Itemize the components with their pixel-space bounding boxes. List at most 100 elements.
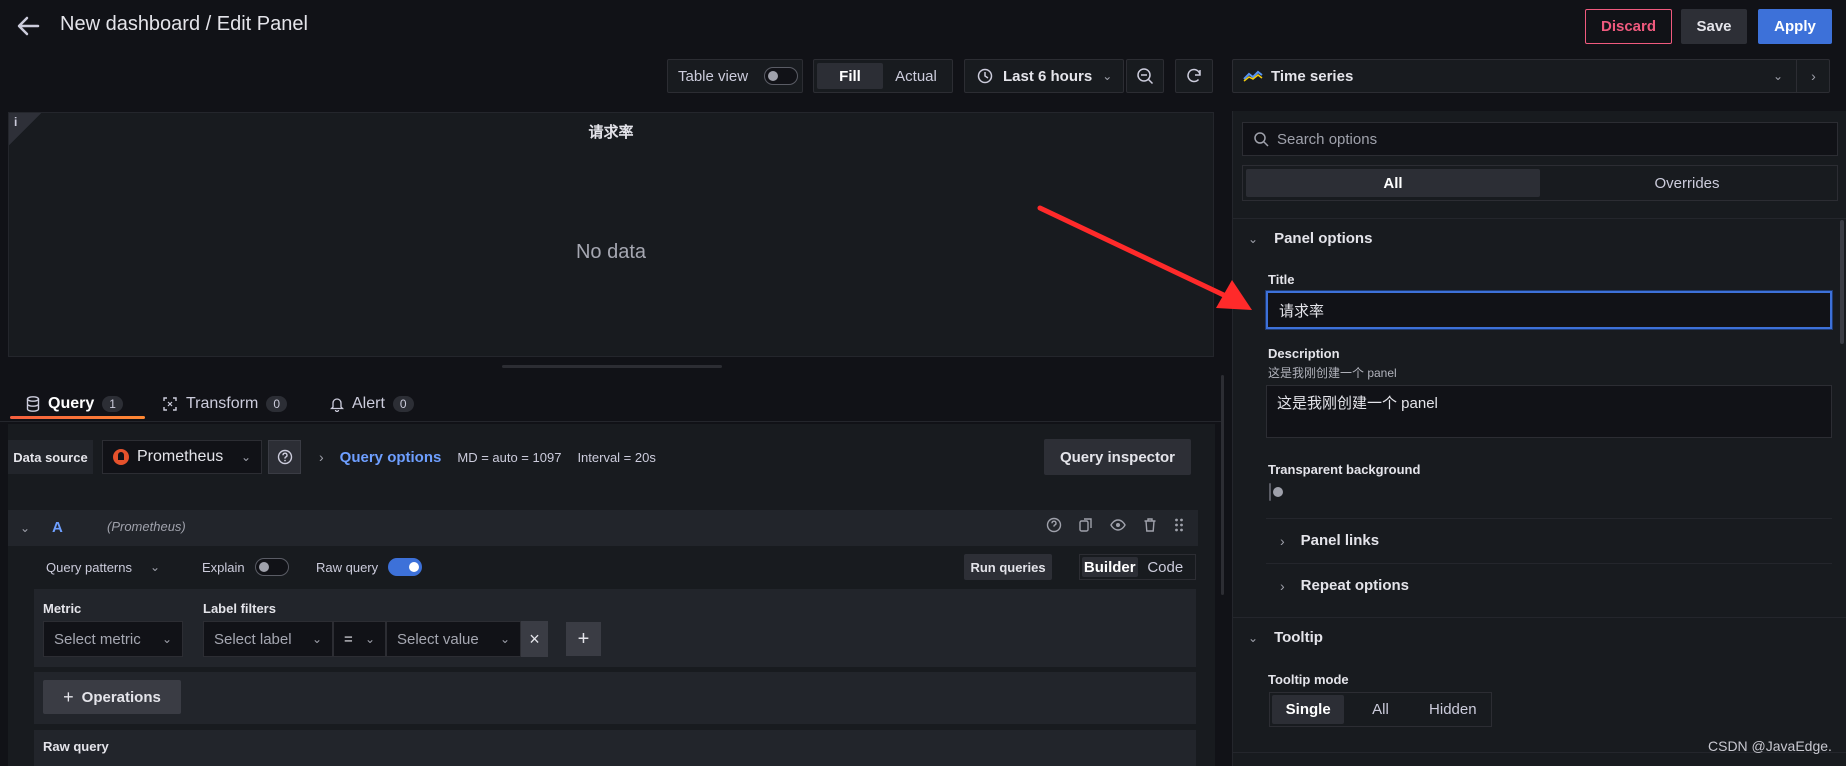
query-row-header[interactable]: ⌄	[8, 510, 1198, 546]
annotation-arrow-icon	[1037, 205, 1252, 310]
apply-button[interactable]: Apply	[1758, 9, 1832, 44]
tab-transform-label: Transform	[186, 395, 259, 412]
save-button[interactable]: Save	[1681, 9, 1747, 44]
chevron-right-icon[interactable]: ›	[319, 449, 324, 465]
table-view-switch[interactable]	[764, 67, 799, 85]
time-range-label: Last 6 hours	[1003, 67, 1093, 85]
transparent-background-label: Transparent background	[1268, 462, 1421, 477]
metric-select[interactable]: Select metric ⌄	[43, 621, 183, 657]
search-options-input[interactable]: Search options	[1242, 122, 1838, 156]
eye-icon[interactable]	[1110, 517, 1126, 533]
panel-links-label: Panel links	[1300, 532, 1380, 549]
help-icon	[277, 449, 292, 465]
options-scrollbar[interactable]	[1840, 220, 1844, 344]
data-source-help-button[interactable]	[268, 440, 301, 474]
add-operation-button[interactable]: + Operations	[43, 680, 181, 714]
explain-label: Explain	[202, 559, 245, 575]
remove-filter-icon[interactable]: ×	[521, 621, 548, 657]
transform-icon	[163, 397, 177, 411]
code-mode-option[interactable]: Code	[1138, 557, 1194, 577]
chevron-right-icon: ›	[1280, 532, 1285, 549]
data-source-picker[interactable]: Prometheus ⌄	[102, 440, 262, 474]
explain-switch[interactable]	[254, 558, 289, 576]
query-inspector-button[interactable]: Query inspector	[1044, 439, 1191, 475]
raw-query-section	[34, 730, 1196, 766]
description-label: Description	[1268, 346, 1340, 361]
divider	[0, 421, 1222, 422]
label-select[interactable]: Select label ⌄	[203, 621, 333, 657]
back-arrow-icon[interactable]	[14, 12, 42, 40]
chevron-down-icon: ⌄	[311, 632, 322, 646]
raw-query-toggle-label: Raw query	[316, 559, 379, 575]
description-hint: 这是我刚创建一个 panel	[1268, 366, 1397, 380]
transparent-background-switch[interactable]	[1269, 483, 1283, 501]
explain-toggle[interactable]: Explain	[202, 553, 289, 581]
chevron-down-icon: ⌄	[1773, 69, 1784, 83]
data-source-name: Prometheus	[137, 448, 224, 465]
chevron-down-icon: ⌄	[150, 560, 161, 574]
time-range-picker[interactable]: Last 6 hours ⌄	[964, 59, 1124, 93]
zoom-out-button[interactable]	[1126, 59, 1164, 93]
divider	[1232, 218, 1846, 219]
builder-mode-option[interactable]: Builder	[1082, 557, 1138, 577]
table-view-label: Table view	[678, 67, 749, 85]
actual-option[interactable]: Actual	[883, 63, 949, 89]
chevron-down-icon[interactable]: ⌄	[20, 521, 30, 535]
prometheus-icon	[113, 449, 129, 465]
label-placeholder: Select label	[214, 630, 292, 648]
trash-icon[interactable]	[1142, 517, 1158, 533]
time-series-icon	[1243, 70, 1263, 82]
metric-label: Metric	[43, 601, 82, 616]
tab-all-options[interactable]: All	[1246, 169, 1540, 197]
raw-query-toggle[interactable]: Raw query	[316, 553, 423, 581]
tooltip-mode-all[interactable]: All	[1344, 695, 1416, 724]
interval-text: Interval = 20s	[577, 449, 656, 465]
raw-query-switch[interactable]	[388, 558, 423, 576]
operator-value: =	[344, 630, 353, 648]
tab-transform[interactable]: Transform 0	[162, 388, 287, 420]
table-view-toggle[interactable]: Table view	[667, 59, 803, 93]
fill-actual-toggle: Fill Actual	[813, 59, 953, 93]
query-scrollbar[interactable]	[1221, 375, 1224, 595]
duplicate-icon[interactable]	[1078, 517, 1094, 533]
discard-button[interactable]: Discard	[1585, 9, 1672, 44]
raw-query-label: Raw query	[43, 739, 109, 754]
query-options-link[interactable]: Query options	[340, 449, 442, 466]
chevron-down-icon: ⌄	[240, 450, 251, 464]
run-queries-button[interactable]: Run queries	[964, 554, 1052, 580]
query-options-bar: › Query options MD = auto = 1097 Interva…	[307, 440, 1037, 474]
help-icon[interactable]	[1046, 517, 1062, 533]
max-data-points-text: MD = auto = 1097	[457, 449, 562, 465]
tab-query-count: 1	[102, 396, 123, 412]
tooltip-mode-hidden[interactable]: Hidden	[1417, 695, 1489, 724]
fill-option[interactable]: Fill	[817, 63, 883, 89]
value-select[interactable]: Select value ⌄	[386, 621, 521, 657]
operator-select[interactable]: = ⌄	[333, 621, 386, 657]
panel-links-section[interactable]: › Panel links	[1266, 518, 1832, 562]
tab-alert-count: 0	[392, 396, 414, 412]
query-patterns-dropdown[interactable]: Query patterns ⌄	[46, 553, 160, 581]
drag-handle-icon[interactable]	[1174, 517, 1184, 533]
description-textarea[interactable]: 这是我刚创建一个 panel	[1266, 385, 1832, 438]
chevron-down-icon: ⌄	[1102, 69, 1113, 83]
chevron-down-icon: ⌄	[364, 632, 375, 646]
visualization-picker[interactable]: Time series ⌄	[1232, 59, 1830, 93]
tab-overrides[interactable]: Overrides	[1540, 169, 1834, 197]
title-input[interactable]: 请求率	[1266, 291, 1832, 329]
label-filters-label: Label filters	[203, 601, 276, 616]
panel-resize-handle[interactable]	[502, 365, 722, 368]
watermark: CSDN @JavaEdge.	[1708, 738, 1832, 754]
tab-query-label: Query	[48, 395, 95, 412]
chevron-right-icon[interactable]: ›	[1796, 59, 1830, 93]
data-source-label: Data source	[8, 440, 93, 474]
tooltip-label: Tooltip	[1274, 629, 1323, 646]
tooltip-header[interactable]: ⌄ Tooltip	[1248, 629, 1323, 646]
query-ref-id[interactable]: A	[52, 519, 63, 536]
page-title: New dashboard / Edit Panel	[60, 13, 308, 35]
add-filter-icon[interactable]: +	[566, 622, 601, 656]
refresh-button[interactable]	[1175, 59, 1213, 93]
tab-alert[interactable]: Alert 0	[330, 388, 414, 420]
tooltip-mode-single[interactable]: Single	[1272, 695, 1345, 724]
repeat-options-section[interactable]: › Repeat options	[1266, 563, 1832, 607]
operations-label: Operations	[81, 688, 161, 706]
